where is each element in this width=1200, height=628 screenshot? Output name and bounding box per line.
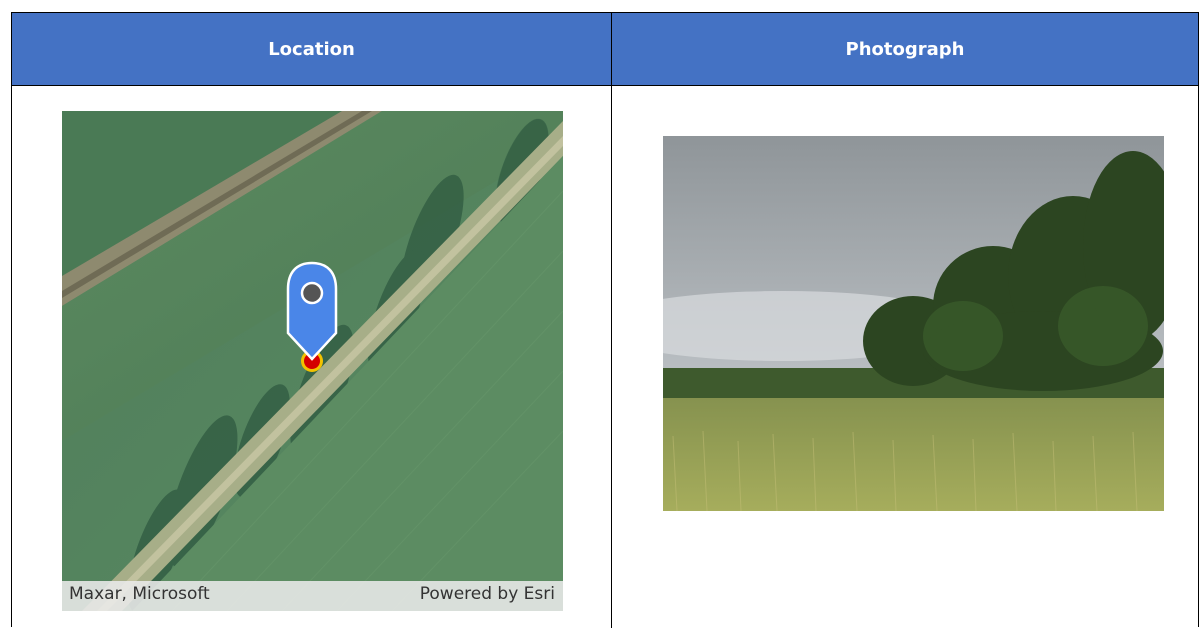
data-table: Location Photograph Maxar, Microsoft Pow… <box>11 12 1199 628</box>
map-pin-icon[interactable] <box>284 261 340 377</box>
header-divider <box>12 85 1198 86</box>
site-photograph <box>663 136 1164 511</box>
attribution-powered-by[interactable]: Powered by Esri <box>420 584 555 604</box>
location-map[interactable]: Maxar, Microsoft Powered by Esri <box>62 111 563 611</box>
header-location: Location <box>12 13 611 85</box>
photo-image <box>663 136 1164 511</box>
attribution-source: Maxar, Microsoft <box>69 584 210 604</box>
map-attribution-bar: Maxar, Microsoft Powered by Esri <box>62 581 563 611</box>
column-divider <box>611 13 612 628</box>
header-photograph: Photograph <box>612 13 1198 85</box>
